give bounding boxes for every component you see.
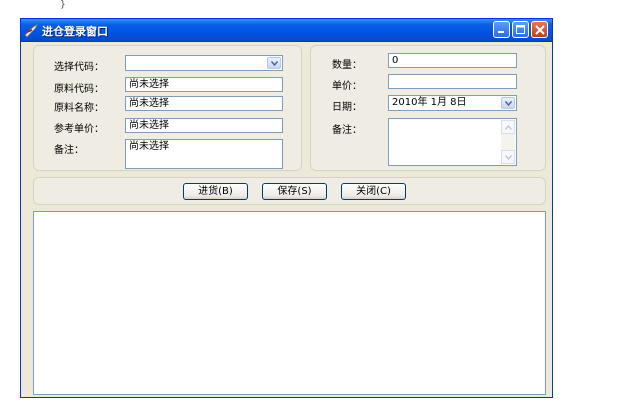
records-list[interactable]: [33, 211, 546, 395]
close-button[interactable]: 关闭(C): [341, 183, 406, 200]
window-title: 进仓登录窗口: [42, 25, 108, 38]
stock-in-window: 进仓登录窗口 选择代码： 原料代码： 尚未选择 原料名称： 尚未选择 参考单价：…: [20, 18, 553, 398]
price-label: 单价：: [332, 81, 362, 92]
maximize-icon: [516, 25, 525, 34]
material-code-label: 原料代码：: [54, 84, 104, 95]
material-code-field[interactable]: 尚未选择: [125, 77, 283, 92]
remark-label: 备注：: [332, 125, 362, 136]
date-value: 2010年 1月 8日: [392, 97, 467, 108]
minimize-button[interactable]: [493, 21, 510, 38]
scroll-up-icon[interactable]: [501, 120, 515, 134]
remark-field[interactable]: [388, 118, 517, 166]
chevron-down-icon[interactable]: [501, 97, 515, 109]
note-field[interactable]: 尚未选择: [125, 139, 283, 169]
code-label: 选择代码：: [54, 62, 104, 73]
code-select[interactable]: [125, 55, 283, 71]
ref-price-label: 参考单价：: [54, 124, 104, 135]
close-icon: [534, 24, 545, 35]
maximize-button[interactable]: [512, 21, 529, 38]
qty-label: 数量：: [332, 60, 362, 71]
chevron-down-icon[interactable]: [267, 57, 281, 69]
save-button[interactable]: 保存(S): [262, 183, 327, 200]
app-icon: [24, 23, 39, 38]
material-info-group: 选择代码： 原料代码： 尚未选择 原料名称： 尚未选择 参考单价： 尚未选择 备…: [33, 45, 302, 171]
qty-field[interactable]: 0: [388, 53, 517, 68]
stray-brace: }: [60, 0, 66, 10]
ref-price-field[interactable]: 尚未选择: [125, 118, 283, 133]
date-picker[interactable]: 2010年 1月 8日: [388, 95, 517, 111]
price-field[interactable]: [388, 74, 517, 89]
entry-details-group: 数量： 0 单价： 日期： 2010年 1月 8日 备注：: [310, 45, 546, 171]
material-name-field[interactable]: 尚未选择: [125, 96, 283, 111]
stock-in-button[interactable]: 进货(B): [183, 183, 248, 200]
material-name-label: 原料名称：: [54, 103, 104, 114]
date-label: 日期：: [332, 102, 362, 113]
title-bar[interactable]: 进仓登录窗口: [21, 19, 552, 42]
note-label: 备注：: [54, 145, 84, 156]
minimize-icon: [498, 31, 504, 33]
action-bar: 进货(B) 保存(S) 关闭(C): [33, 177, 546, 205]
scroll-down-icon[interactable]: [501, 150, 515, 164]
remark-scrollbar[interactable]: [501, 120, 515, 164]
close-window-button[interactable]: [531, 21, 548, 38]
